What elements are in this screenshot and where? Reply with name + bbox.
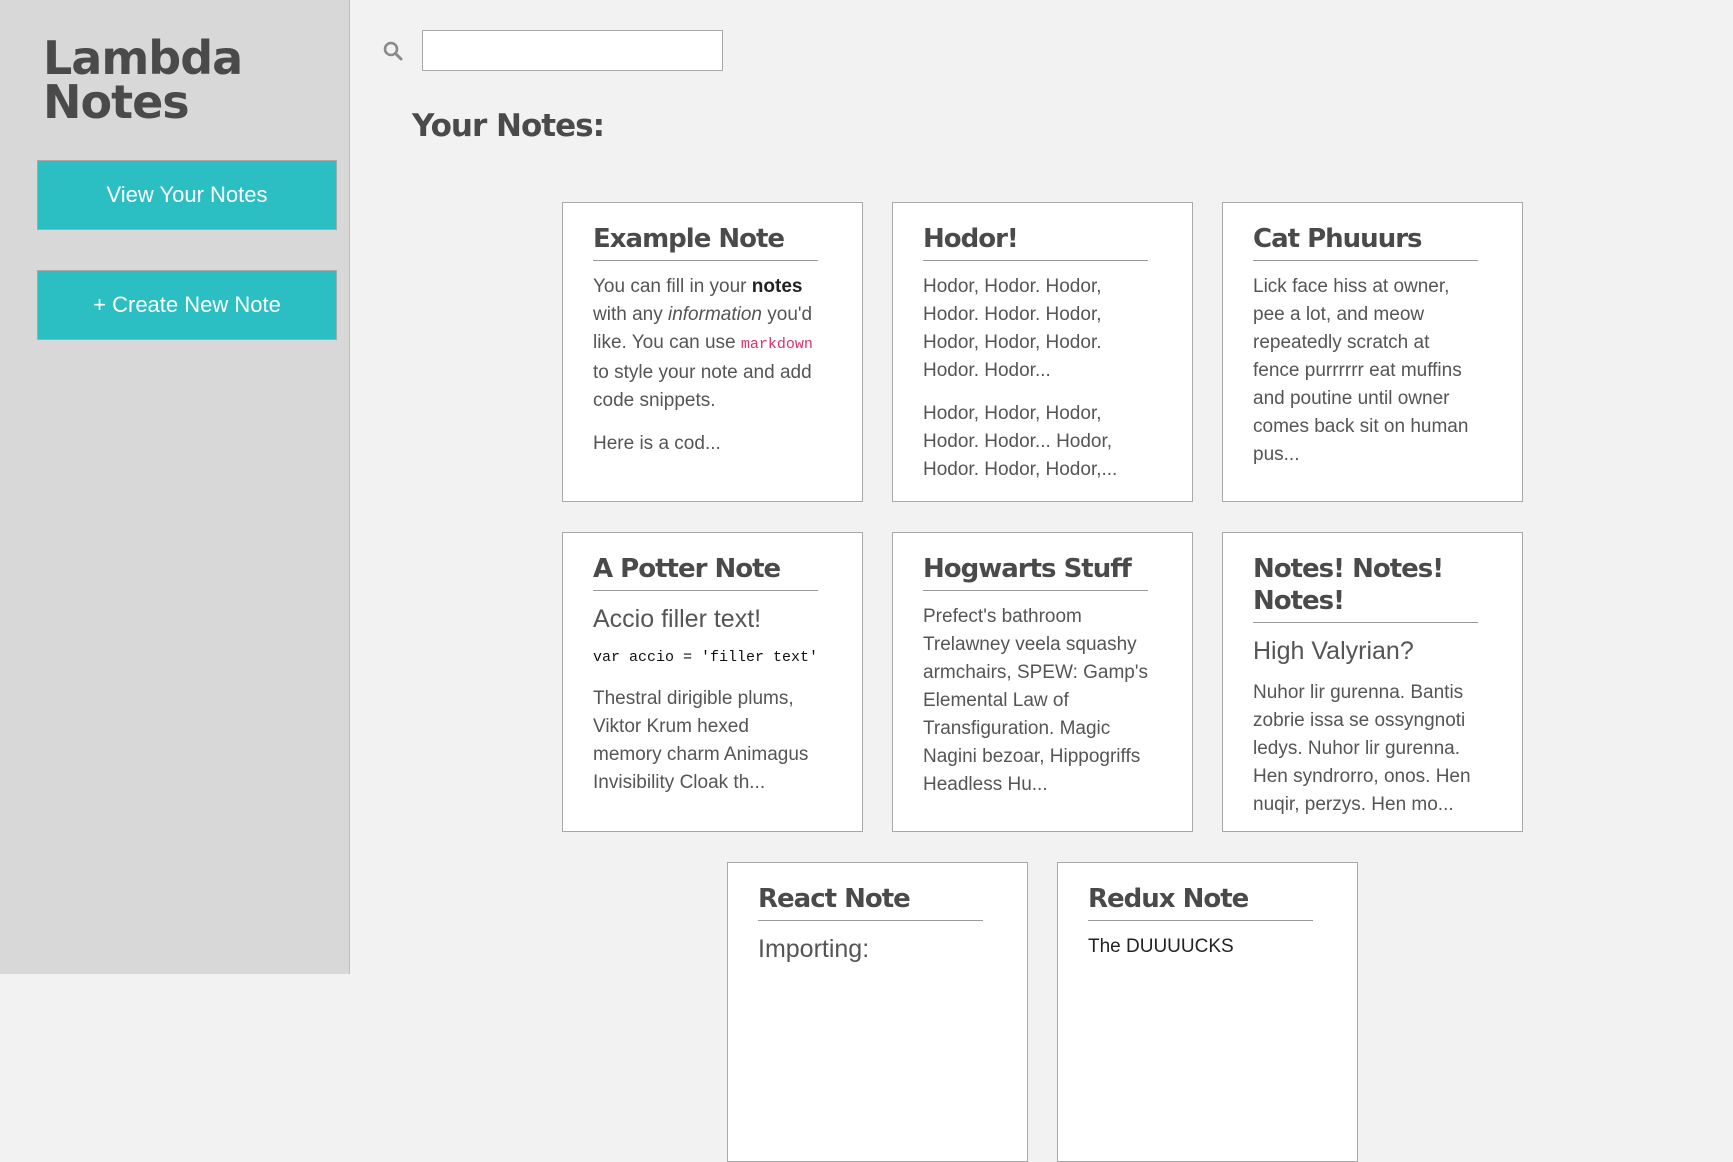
page-title: Your Notes:	[412, 108, 605, 144]
note-inline-code: markdown	[740, 336, 813, 353]
create-note-button[interactable]: + Create New Note	[37, 270, 337, 340]
note-paragraph: Here is a cod...	[593, 433, 721, 454]
search-input[interactable]	[422, 30, 723, 71]
note-preview: Prefect's bathroom Trelawney veela squas…	[923, 603, 1148, 799]
note-card-hodor[interactable]: Hodor! Hodor, Hodor. Hodor, Hodor. Hodor…	[892, 202, 1193, 502]
note-paragraph: Hodor, Hodor. Hodor, Hodor. Hodor. Hodor…	[923, 276, 1102, 381]
note-paragraph: You can fill in your notes with any info…	[593, 273, 818, 415]
note-subheading: High Valyrian?	[1253, 637, 1414, 665]
search-icon[interactable]	[382, 40, 404, 62]
note-paragraph: Prefect's bathroom Trelawney veela squas…	[923, 606, 1148, 795]
note-title: React Note	[758, 883, 983, 921]
note-paragraph: Lick face hiss at owner, pee a lot, and …	[1253, 276, 1469, 465]
note-title: Cat Phuuurs	[1253, 223, 1478, 261]
note-title: Hodor!	[923, 223, 1148, 261]
app-title-line2: Notes	[43, 75, 190, 129]
note-preview: Hodor, Hodor. Hodor, Hodor. Hodor. Hodor…	[923, 273, 1148, 484]
note-title: Redux Note	[1088, 883, 1313, 921]
note-preview: Importing:	[758, 933, 983, 965]
note-title: Notes! Notes! Notes!	[1253, 553, 1478, 623]
sidebar: Lambda Notes View Your Notes + Create Ne…	[0, 0, 350, 974]
note-text: with any	[593, 304, 668, 325]
note-subheading: Importing:	[758, 935, 870, 963]
note-preview: High Valyrian? Nuhor lir gurenna. Bantis…	[1253, 635, 1478, 819]
note-card-notes-notes-notes[interactable]: Notes! Notes! Notes! High Valyrian? Nuho…	[1222, 532, 1523, 832]
note-subheading: Accio filler text!	[593, 605, 762, 633]
note-paragraph: Thestral dirigible plums, Viktor Krum he…	[593, 688, 809, 793]
note-title: Hogwarts Stuff	[923, 553, 1148, 591]
note-card-cat-phuuurs[interactable]: Cat Phuuurs Lick face hiss at owner, pee…	[1222, 202, 1523, 502]
note-paragraph: Hodor, Hodor, Hodor, Hodor. Hodor... Hod…	[923, 403, 1118, 480]
note-preview: The DUUUUCKS	[1088, 933, 1313, 961]
note-preview: Lick face hiss at owner, pee a lot, and …	[1253, 273, 1478, 469]
note-bold-text: notes	[751, 276, 803, 297]
note-preview: You can fill in your notes with any info…	[593, 273, 818, 458]
note-preview: Accio filler text! var accio = 'filler t…	[593, 603, 818, 797]
app-title: Lambda Notes	[43, 35, 323, 125]
note-paragraph: Nuhor lir gurenna. Bantis zobrie issa se…	[1253, 682, 1471, 815]
note-card-redux-note[interactable]: Redux Note The DUUUUCKS	[1057, 862, 1358, 1162]
note-paragraph: The DUUUUCKS	[1088, 936, 1234, 957]
note-code-block: var accio = 'filler text'	[593, 649, 819, 666]
view-notes-button[interactable]: View Your Notes	[37, 160, 337, 230]
note-card-hogwarts-stuff[interactable]: Hogwarts Stuff Prefect's bathroom Trelaw…	[892, 532, 1193, 832]
note-text: to style your note and add code snippets…	[593, 362, 812, 411]
note-title: A Potter Note	[593, 553, 818, 591]
note-italic-text: information	[667, 304, 762, 325]
note-title: Example Note	[593, 223, 818, 261]
note-card-react-note[interactable]: React Note Importing:	[727, 862, 1028, 1162]
note-card-potter-note[interactable]: A Potter Note Accio filler text! var acc…	[562, 532, 863, 832]
note-card-example-note[interactable]: Example Note You can fill in your notes …	[562, 202, 863, 502]
note-text: You can fill in your	[593, 276, 752, 297]
